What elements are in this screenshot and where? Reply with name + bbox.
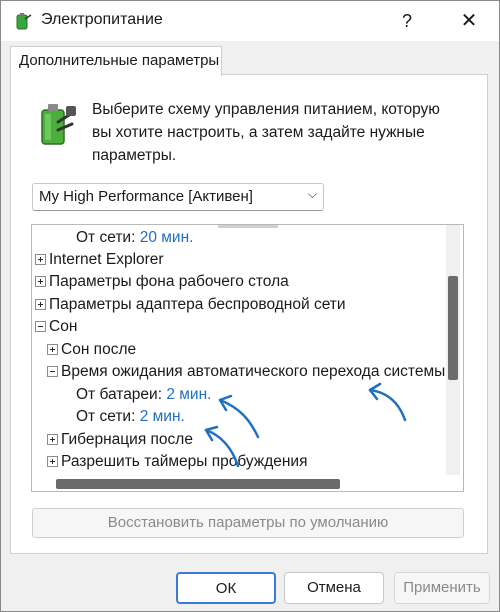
clipped-row-edge	[218, 225, 278, 228]
restore-defaults-button[interactable]: Восстановить параметры по умолчанию	[32, 508, 464, 538]
close-button[interactable]: ✕	[447, 5, 491, 37]
horizontal-scrollbar-thumb[interactable]	[56, 479, 340, 489]
expand-plus-icon[interactable]	[47, 344, 58, 355]
tab-advanced-settings[interactable]: Дополнительные параметры	[10, 46, 222, 76]
collapse-minus-icon[interactable]	[47, 366, 58, 377]
tree-row-label: Сон после	[61, 341, 137, 358]
tree-row-label: Разрешить таймеры пробуждения	[61, 453, 308, 470]
tree-row-value[interactable]: 2 мин.	[140, 408, 185, 425]
power-plan-battery-icon	[41, 104, 76, 145]
settings-tree[interactable]: От сети: 20 мин. Internet Explorer Парам…	[31, 224, 464, 492]
expand-plus-icon[interactable]	[35, 276, 46, 287]
tree-row-wake-timers[interactable]: Разрешить таймеры пробуждения	[47, 451, 307, 473]
title-bar: Электропитание ? ✕	[1, 1, 499, 41]
tree-row-plugged-in[interactable]: От сети: 2 мин.	[76, 406, 185, 428]
tree-row-label: Параметры адаптера беспроводной сети	[49, 296, 346, 313]
vertical-scrollbar-thumb[interactable]	[448, 276, 458, 380]
tree-row-ac-timeout-top[interactable]: От сети: 20 мин.	[76, 227, 193, 249]
tree-row-label: От батареи:	[76, 386, 163, 403]
power-battery-icon	[16, 13, 32, 30]
tree-row-label: Гибернация после	[61, 431, 193, 448]
tree-row-hibernate-after[interactable]: Гибернация после	[47, 429, 193, 451]
collapse-minus-icon[interactable]	[35, 321, 46, 332]
power-scheme-dropdown[interactable]: My High Performance [Активен] ⌵	[32, 183, 324, 211]
tree-row-label: Время ожидания автоматического перехода …	[61, 363, 446, 380]
tree-row-sleep[interactable]: Сон	[35, 316, 77, 338]
help-button[interactable]: ?	[385, 5, 429, 37]
instruction-text: Выберите схему управления питанием, кото…	[92, 101, 440, 164]
window-title: Электропитание	[41, 11, 163, 28]
expand-plus-icon[interactable]	[47, 456, 58, 467]
cancel-button[interactable]: Отмена	[284, 572, 384, 604]
ok-button[interactable]: ОК	[176, 572, 276, 604]
tree-row-value: 20 мин.	[139, 229, 194, 246]
expand-plus-icon[interactable]	[35, 254, 46, 265]
expand-plus-icon[interactable]	[47, 434, 58, 445]
tree-row-desktop-background[interactable]: Параметры фона рабочего стола	[35, 271, 289, 293]
power-scheme-selected: My High Performance [Активен]	[39, 188, 253, 205]
tree-row-label: От сети:	[76, 229, 136, 246]
tree-row-wireless-adapter[interactable]: Параметры адаптера беспроводной сети	[35, 294, 346, 316]
tree-row-internet-explorer[interactable]: Internet Explorer	[35, 249, 164, 271]
tree-row-unattended-sleep-timeout[interactable]: Время ожидания автоматического перехода …	[47, 361, 445, 383]
tree-row-label: От сети:	[76, 408, 136, 425]
tree-row-value[interactable]: 2 мин.	[166, 386, 211, 403]
tree-row-label: Сон	[49, 318, 78, 335]
tree-row-sleep-after[interactable]: Сон после	[47, 339, 136, 361]
chevron-down-icon: ⌵	[307, 187, 317, 201]
apply-button[interactable]: Применить	[394, 572, 490, 604]
expand-plus-icon[interactable]	[35, 299, 46, 310]
tree-row-on-battery[interactable]: От батареи: 2 мин.	[76, 384, 211, 406]
tree-row-label: Internet Explorer	[49, 251, 164, 268]
tree-row-label: Параметры фона рабочего стола	[49, 273, 289, 290]
